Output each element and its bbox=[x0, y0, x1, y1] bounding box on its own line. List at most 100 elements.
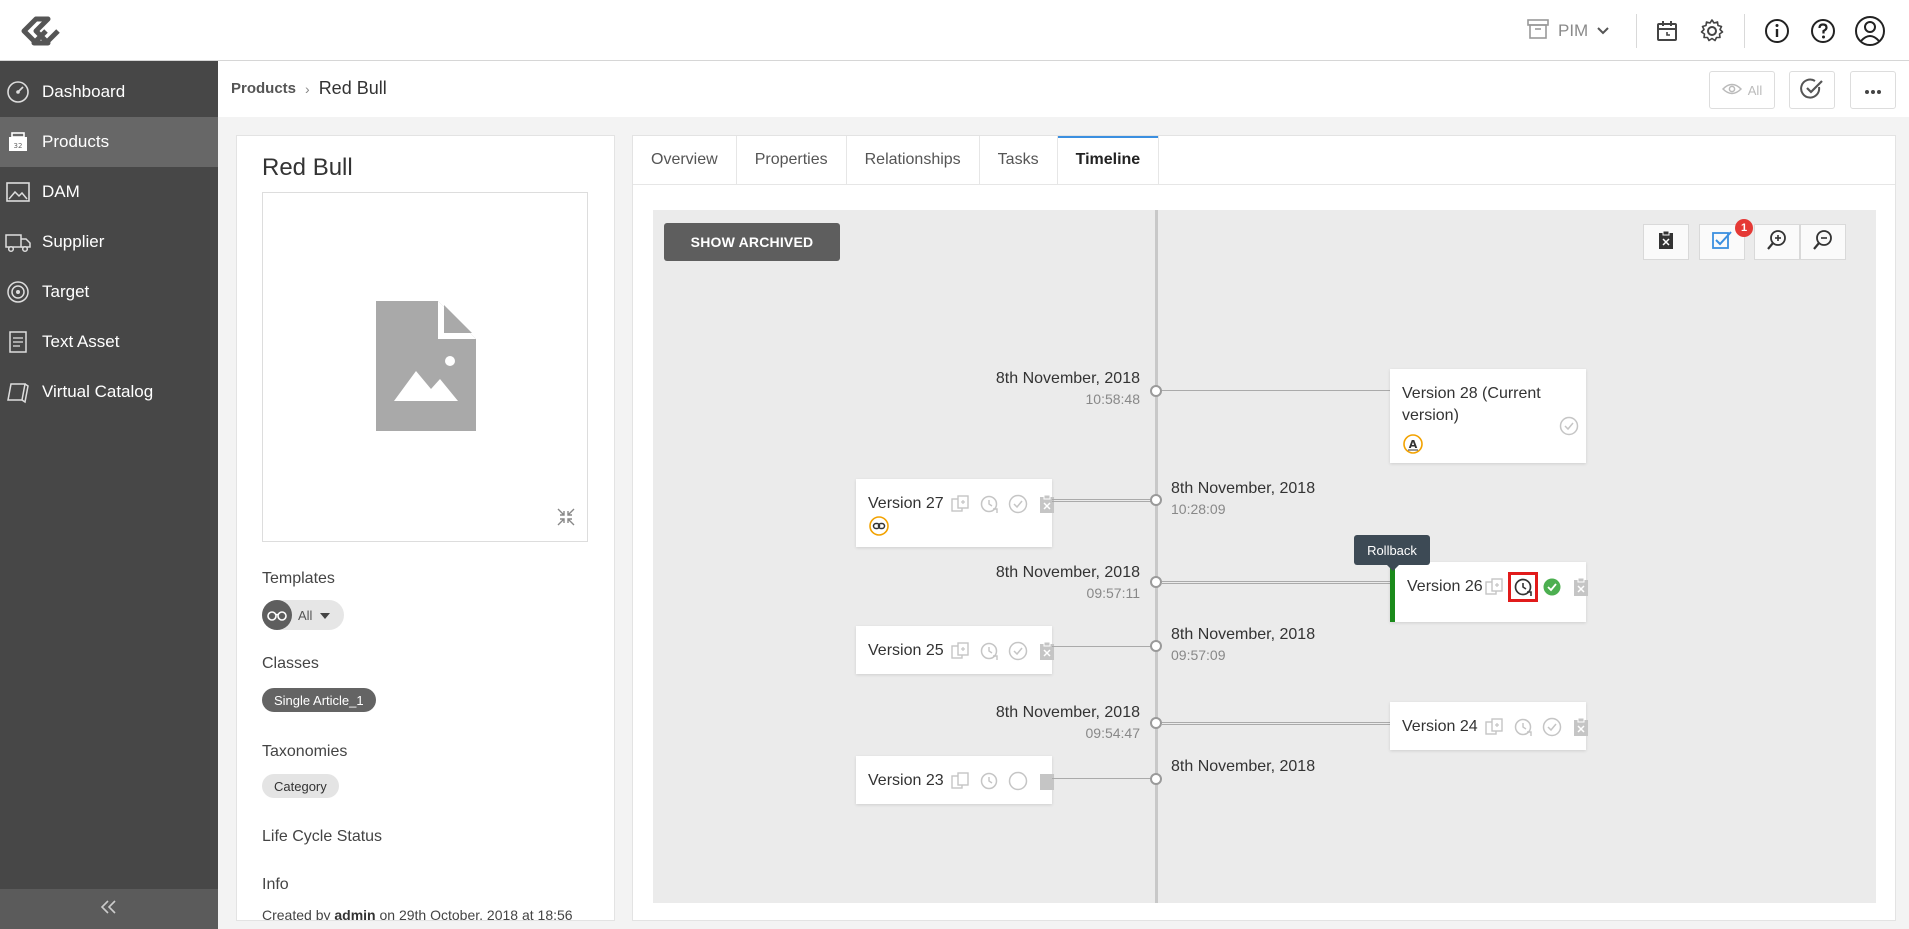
gear-icon[interactable] bbox=[1695, 14, 1729, 48]
version-card[interactable]: Version 27 bbox=[856, 479, 1054, 547]
class-chip[interactable]: Single Article_1 bbox=[262, 688, 376, 712]
archive-version-icon[interactable] bbox=[1036, 493, 1058, 515]
timeline-connector bbox=[1162, 581, 1390, 584]
app-switcher[interactable]: PIM bbox=[1526, 17, 1610, 45]
truck-icon bbox=[5, 229, 31, 255]
product-detail-panel: Overview Properties Relationships Tasks … bbox=[632, 135, 1896, 921]
timeline-canvas[interactable]: SHOW ARCHIVED 1 8th November, 2018 10:58… bbox=[653, 210, 1876, 903]
catalog-icon bbox=[5, 379, 31, 405]
zoom-out-icon bbox=[1812, 229, 1834, 256]
user-icon[interactable] bbox=[1853, 14, 1887, 48]
archive-version-icon[interactable] bbox=[1570, 716, 1592, 738]
compare-icon[interactable] bbox=[949, 493, 971, 515]
breadcrumb-current: Red Bull bbox=[318, 78, 387, 98]
timestamp-time: 10:28:09 bbox=[1171, 501, 1226, 517]
tab-overview[interactable]: Overview bbox=[633, 136, 737, 184]
sidebar-item-products[interactable]: 32 Products bbox=[0, 117, 218, 167]
rollback-icon[interactable] bbox=[978, 770, 1000, 792]
info-date: 29th October, 2018 bbox=[398, 907, 519, 921]
timestamp-date: 8th November, 2018 bbox=[1171, 480, 1316, 497]
approve-button[interactable] bbox=[1789, 71, 1835, 109]
rollback-icon[interactable] bbox=[978, 640, 1000, 662]
archive-version-icon[interactable] bbox=[1036, 770, 1058, 792]
archive-version-icon[interactable] bbox=[1570, 576, 1592, 598]
timeline-node[interactable] bbox=[1150, 773, 1162, 785]
timeline-node[interactable] bbox=[1150, 576, 1162, 588]
svg-text:A: A bbox=[1409, 438, 1418, 451]
timeline-node[interactable] bbox=[1150, 494, 1162, 506]
more-options-button[interactable] bbox=[1850, 71, 1896, 109]
product-image-box[interactable] bbox=[262, 192, 588, 542]
task-count-badge: 1 bbox=[1735, 219, 1753, 237]
sidebar-item-label: Text Asset bbox=[42, 332, 120, 351]
timeline-node[interactable] bbox=[1150, 640, 1162, 652]
timeline-node[interactable] bbox=[1150, 717, 1162, 729]
approved-version-icon[interactable] bbox=[1541, 576, 1563, 598]
tab-timeline[interactable]: Timeline bbox=[1057, 136, 1160, 184]
timestamp: 8th November, 2018 09:57:11 bbox=[940, 564, 1140, 601]
sidebar-item-target[interactable]: Target bbox=[0, 267, 218, 317]
sidebar-item-text-asset[interactable]: Text Asset bbox=[0, 317, 218, 367]
show-archived-button[interactable]: SHOW ARCHIVED bbox=[664, 223, 840, 261]
version-card[interactable]: Version 23 bbox=[856, 756, 1054, 804]
rollback-icon[interactable] bbox=[1512, 716, 1534, 738]
sidebar-item-dashboard[interactable]: Dashboard bbox=[0, 67, 218, 117]
clipboard-button[interactable] bbox=[1643, 224, 1689, 260]
zoom-in-icon bbox=[1766, 229, 1788, 256]
approve-version-icon[interactable] bbox=[1007, 640, 1029, 662]
approve-version-icon[interactable] bbox=[1541, 716, 1563, 738]
sidebar-item-supplier[interactable]: Supplier bbox=[0, 217, 218, 267]
timestamp-date: 8th November, 2018 bbox=[1171, 626, 1316, 643]
document-icon bbox=[5, 329, 31, 355]
version-actions bbox=[1483, 572, 1592, 602]
template-selector[interactable]: All bbox=[262, 600, 344, 630]
approve-version-icon[interactable] bbox=[1007, 493, 1029, 515]
timeline-connector bbox=[1052, 499, 1152, 502]
version-card[interactable]: Version 25 bbox=[856, 626, 1054, 674]
calendar-clock-icon[interactable] bbox=[1650, 14, 1684, 48]
tab-properties[interactable]: Properties bbox=[737, 136, 847, 184]
version-actions bbox=[949, 493, 1058, 515]
image-placeholder-icon bbox=[376, 301, 476, 436]
compare-icon[interactable] bbox=[949, 770, 971, 792]
timestamp: 8th November, 2018 09:57:09 bbox=[1171, 626, 1371, 663]
rollback-icon[interactable] bbox=[978, 493, 1000, 515]
view-filter-label: All bbox=[1747, 82, 1763, 98]
info-icon[interactable] bbox=[1760, 14, 1794, 48]
compare-icon[interactable] bbox=[1483, 716, 1505, 738]
zoom-in-button[interactable] bbox=[1754, 224, 1800, 260]
timestamp: 8th November, 2018 10:28:09 bbox=[1171, 480, 1371, 517]
timeline-node[interactable] bbox=[1150, 385, 1162, 397]
approve-version-icon[interactable] bbox=[1558, 415, 1580, 437]
info-on: on bbox=[379, 907, 396, 921]
compare-icon[interactable] bbox=[949, 640, 971, 662]
product-title: Red Bull bbox=[262, 154, 353, 181]
version-card[interactable]: Version 26 bbox=[1390, 562, 1588, 622]
checkbox-icon bbox=[1711, 230, 1733, 255]
eye-icon bbox=[1721, 82, 1742, 99]
breadcrumb-products-link[interactable]: Products bbox=[231, 80, 296, 97]
sidebar-item-virtual-catalog[interactable]: Virtual Catalog bbox=[0, 367, 218, 417]
sidebar-item-dam[interactable]: DAM bbox=[0, 167, 218, 217]
help-icon[interactable] bbox=[1806, 14, 1840, 48]
timestamp-date: 8th November, 2018 bbox=[995, 370, 1140, 387]
version-card[interactable]: Version 28 (Current version) A bbox=[1390, 369, 1586, 463]
zoom-out-button[interactable] bbox=[1800, 224, 1846, 260]
version-card[interactable]: Version 24 bbox=[1390, 702, 1588, 750]
archive-version-icon[interactable] bbox=[1036, 640, 1058, 662]
taxonomy-chip[interactable]: Category bbox=[262, 774, 339, 798]
view-filter-button[interactable]: All bbox=[1709, 71, 1775, 109]
version-actions bbox=[1483, 716, 1592, 738]
compare-icon[interactable] bbox=[1483, 576, 1505, 598]
logo-icon[interactable] bbox=[16, 11, 66, 51]
approve-version-icon[interactable] bbox=[1007, 770, 1029, 792]
tab-tasks[interactable]: Tasks bbox=[980, 136, 1058, 184]
rollback-icon[interactable] bbox=[1508, 572, 1538, 602]
timeline-axis bbox=[1155, 210, 1158, 903]
sidebar-collapse-button[interactable] bbox=[0, 889, 218, 929]
tab-relationships[interactable]: Relationships bbox=[847, 136, 980, 184]
sidebar-item-label: Target bbox=[42, 282, 90, 301]
sidebar-item-label: Supplier bbox=[42, 232, 105, 251]
collapse-arrows-icon[interactable] bbox=[557, 508, 575, 531]
sidebar: Dashboard 32 Products DAM Supplier Targe… bbox=[0, 61, 218, 929]
